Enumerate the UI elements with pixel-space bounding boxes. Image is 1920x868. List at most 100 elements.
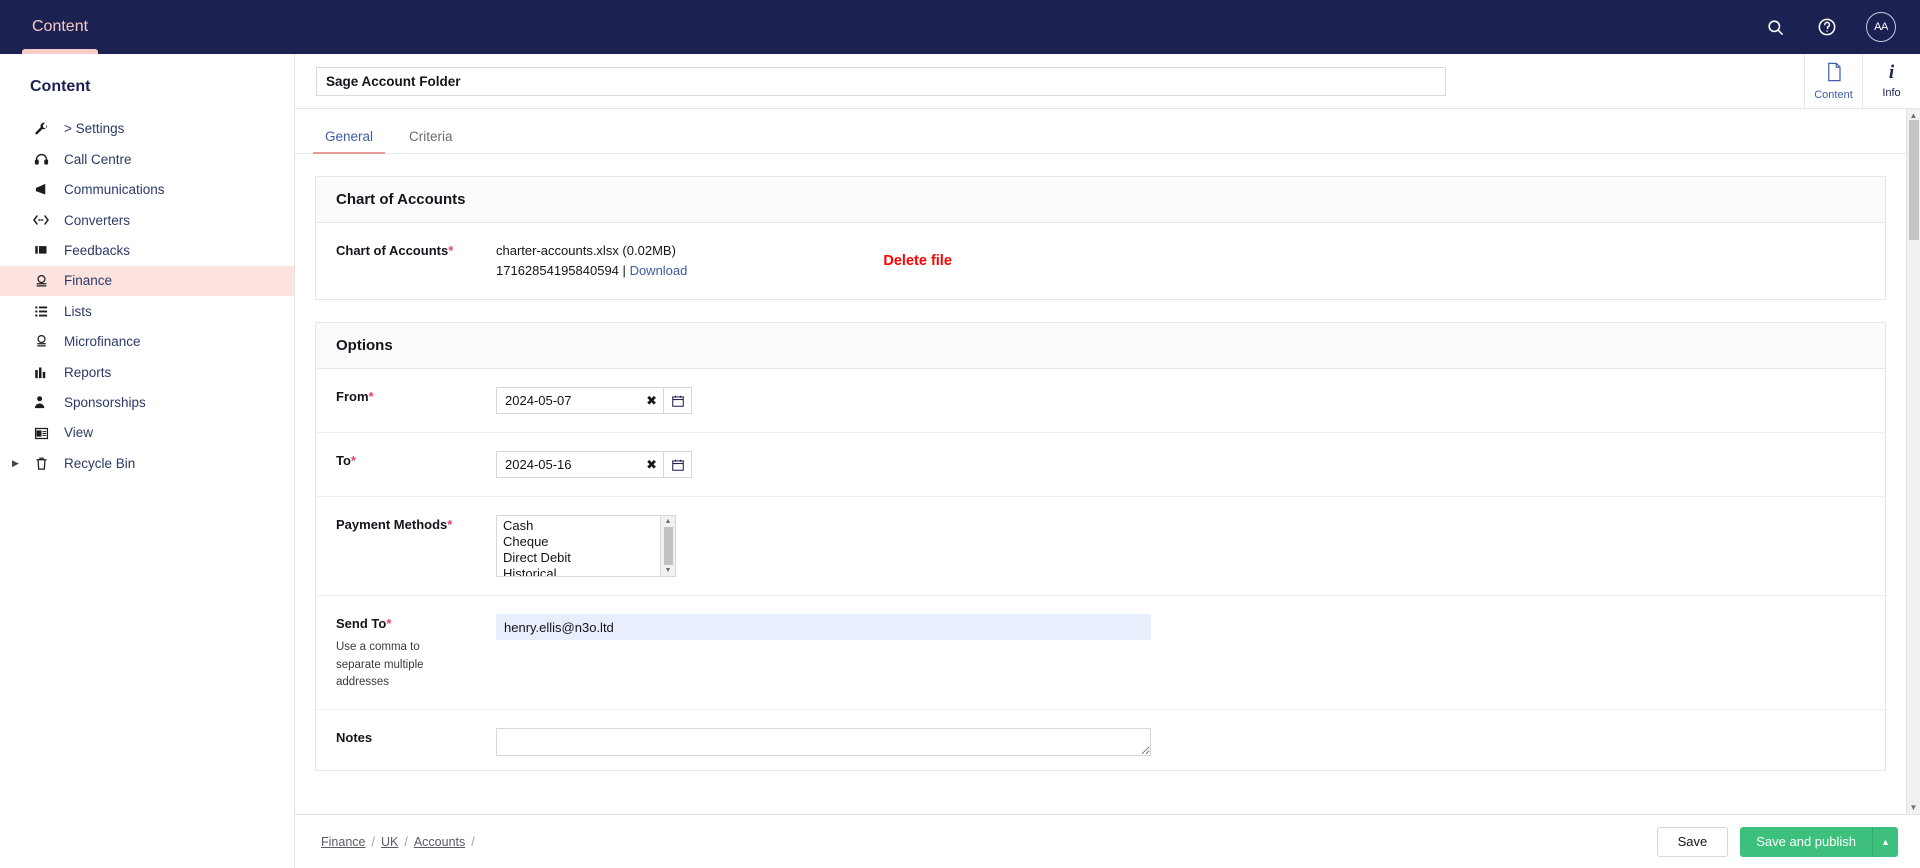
sidebar-item-label: Reports [64,364,112,380]
payment-method-option[interactable]: Historical [503,566,660,577]
sidebar-item-microfinance[interactable]: Microfinance [0,327,294,357]
sidebar-item-finance[interactable]: Finance [0,265,294,297]
sidebar-item-label: Call Centre [64,151,132,167]
sidebar-item-lists[interactable]: Lists [0,296,294,326]
breadcrumb-separator: / [404,834,408,849]
title-input[interactable] [316,66,1446,96]
help-icon[interactable] [1814,14,1840,40]
header-action-info[interactable]: i Info [1862,53,1920,109]
field-label-text: Payment Methods [336,517,448,533]
scroll-down-icon[interactable]: ▼ [1910,803,1918,812]
file-meta-separator: | [622,263,626,279]
megaphone-icon [30,182,52,197]
breadcrumb-item[interactable]: Accounts [414,835,465,849]
payment-methods-listbox[interactable]: Cash Cheque Direct Debit Historical ▲ ▼ [496,515,676,578]
chevron-right-icon[interactable]: ▶ [12,458,19,469]
from-control: 2024-05-07 ✖ [496,387,1865,415]
search-icon[interactable] [1762,14,1788,40]
scroll-up-icon[interactable]: ▲ [665,518,672,525]
chevron-up-icon[interactable]: ▲ [1872,826,1898,857]
topnav-tab-content[interactable]: Content [22,0,99,54]
send-to-input[interactable] [496,614,1151,641]
header-action-group: Content i Info [1804,53,1920,109]
required-marker: * [448,243,454,258]
sidebar-item-callcentre[interactable]: Call Centre [0,144,294,174]
to-date-input[interactable]: 2024-05-16 ✖ [496,451,664,479]
person-star-icon [30,395,52,410]
calendar-icon[interactable] [664,387,692,415]
payment-method-option[interactable]: Direct Debit [503,550,660,566]
field-send-to: Send To* Use a comma to separate multipl… [316,596,1885,711]
topnav-tab-label: Content [32,18,89,35]
sidebar-item-view[interactable]: View [0,418,294,448]
content-header: Content i Info [295,53,1920,109]
tab-general[interactable]: General [313,123,386,154]
scroll-thumb[interactable] [663,527,673,566]
document-icon [1825,62,1843,85]
field-label-text: Chart of Accounts [336,243,449,258]
sidebar-item-label: Recycle Bin [64,455,136,471]
clear-icon[interactable]: ✖ [640,457,657,473]
breadcrumb-separator: / [471,834,475,849]
send-to-hint: Use a comma to separate multiple address… [336,641,424,688]
page-scrollbar[interactable]: ▲ ▼ [1906,109,1920,814]
save-button[interactable]: Save [1656,826,1729,857]
coin-icon [30,334,52,349]
sidebar-item-label: Finance [64,273,113,289]
scroll-thumb[interactable] [1908,120,1919,240]
sidebar-item-label: Microfinance [64,334,141,350]
tab-criteria-label: Criteria [409,129,453,144]
header-action-content[interactable]: Content [1804,53,1862,109]
headset-icon [30,152,52,167]
sidebar-item-settings[interactable]: > Settings [0,114,294,144]
clear-icon[interactable]: ✖ [640,393,657,409]
field-label-notes: Notes [336,728,496,760]
sidebar-item-label: > Settings [64,121,125,137]
payment-methods-control: Cash Cheque Direct Debit Historical ▲ ▼ [496,515,1865,578]
from-date-input[interactable]: 2024-05-07 ✖ [496,387,664,415]
file-name-size: charter-accounts.xlsx (0.02MB) [496,243,676,258]
sidebar-item-feedbacks[interactable]: Feedbacks [0,236,294,266]
sidebar-item-label: View [64,425,94,441]
field-label-payment-methods: Payment Methods* [336,515,496,577]
required-marker: * [368,389,374,405]
download-link[interactable]: Download [630,263,688,278]
bar-chart-icon [30,365,52,380]
payment-methods-scrollbar[interactable]: ▲ ▼ [660,516,675,577]
notes-input[interactable] [496,728,1151,757]
sidebar-title: Content [30,78,91,95]
topnav-actions: AA [1762,12,1920,42]
scroll-track[interactable] [1907,120,1920,803]
file-meta: 17162854195840594 | Download [496,261,687,281]
sidebar-item-sponsorships[interactable]: Sponsorships [0,388,294,418]
file-details: charter-accounts.xlsx (0.02MB) 171628541… [496,241,687,281]
content-scroll-area: General Criteria Chart of Accounts Chart… [295,109,1920,814]
to-date-value: 2024-05-16 [505,457,572,473]
window-icon [30,426,52,441]
delete-file-link[interactable]: Delete file [883,253,952,269]
panel-options-title: Options [316,323,1885,370]
field-label-chart-of-accounts: Chart of Accounts* [336,241,496,281]
sidebar-item-recyclebin[interactable]: ▶ Recycle Bin [0,448,294,478]
breadcrumb-item[interactable]: Finance [321,835,365,849]
trash-icon [30,456,52,471]
sidebar: Content > Settings Call Centre Communicati… [0,54,295,868]
sidebar-item-reports[interactable]: Reports [0,357,294,387]
tab-criteria[interactable]: Criteria [397,123,465,153]
coins-icon [30,274,52,289]
avatar[interactable]: AA [1866,12,1896,42]
sidebar-item-label: Sponsorships [64,394,146,410]
payment-method-option[interactable]: Cheque [503,534,660,550]
field-from: From* 2024-05-07 ✖ [316,369,1885,434]
calendar-icon[interactable] [664,451,692,479]
scroll-down-icon[interactable]: ▼ [665,567,672,574]
save-and-publish-button[interactable]: Save and publish ▲ [1740,826,1898,857]
scroll-up-icon[interactable]: ▲ [1910,111,1918,120]
notes-control [496,728,1865,760]
payment-method-option[interactable]: Cash [503,518,660,534]
main-content: Content i Info General Criteria [295,53,1920,868]
breadcrumb-item[interactable]: UK [381,835,398,849]
from-date-value: 2024-05-07 [505,393,572,409]
sidebar-item-communications[interactable]: Communications [0,175,294,205]
sidebar-item-converters[interactable]: Converters [0,205,294,235]
